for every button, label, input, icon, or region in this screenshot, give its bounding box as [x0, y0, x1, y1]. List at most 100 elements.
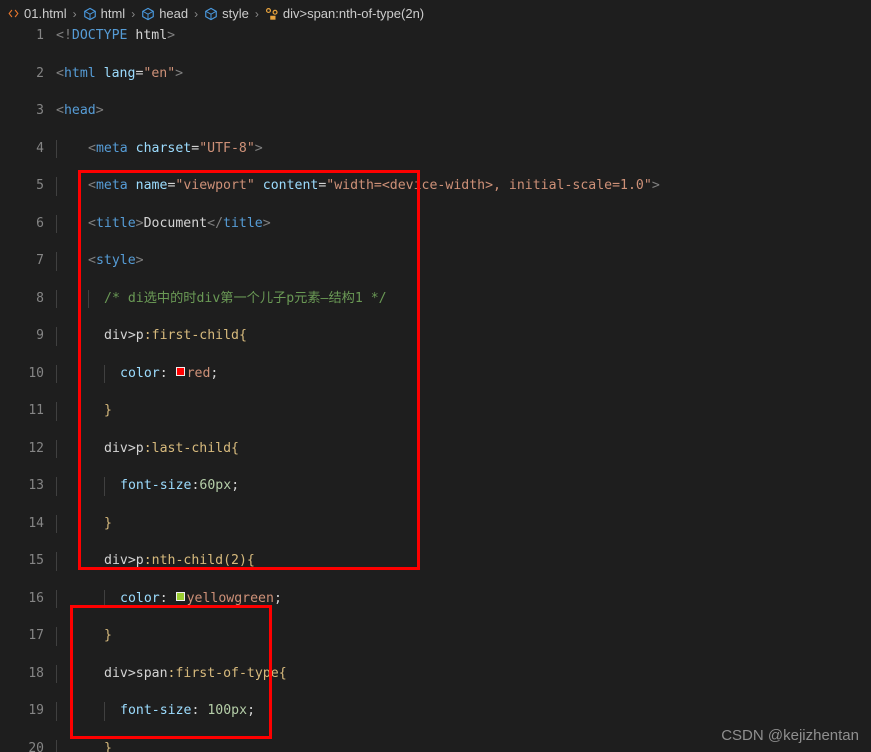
- breadcrumb-label-file: 01.html: [24, 6, 67, 21]
- breadcrumb-label-head: head: [159, 6, 189, 21]
- token: >: [95, 103, 104, 118]
- token: >: [135, 215, 144, 231]
- token: <: [56, 103, 64, 118]
- line-number: 17: [28, 628, 44, 643]
- token: {: [278, 665, 287, 681]
- code-line[interactable]: 9 div>p:first-child{: [0, 327, 871, 346]
- line-number: 2: [36, 65, 44, 81]
- token: ;: [210, 365, 219, 381]
- indent-guide: [104, 702, 105, 721]
- breadcrumb-item-html[interactable]: html: [82, 6, 127, 21]
- line-content: <meta charset="UTF-8">: [88, 140, 263, 159]
- line-number: 3: [36, 103, 44, 118]
- token: <: [88, 215, 96, 231]
- token: <!: [56, 28, 72, 43]
- token: :: [159, 365, 176, 381]
- breadcrumb-item-selector[interactable]: div>span:nth-of-type(2n): [264, 6, 425, 21]
- token-pseudo: :last-child: [143, 440, 232, 456]
- line-number: 5: [36, 178, 44, 193]
- token: charset: [135, 140, 192, 156]
- breadcrumb-separator: ›: [194, 6, 199, 21]
- code-line[interactable]: 4 <meta charset="UTF-8">: [0, 139, 871, 159]
- line-number: 11: [28, 403, 44, 418]
- token: DOCTYPE: [71, 28, 128, 43]
- indent-guide: [56, 589, 57, 609]
- indent-guide: [104, 589, 105, 609]
- token: =: [191, 140, 200, 156]
- code-line[interactable]: 17 }: [0, 627, 871, 646]
- indent-guide: [56, 477, 57, 496]
- indent-guide: [56, 214, 57, 234]
- token-selector: div>p: [104, 553, 144, 568]
- code-line[interactable]: 18 div>span:first-of-type{: [0, 664, 871, 684]
- token: >: [167, 28, 176, 43]
- indent-guide: [104, 477, 105, 496]
- cube-icon: [83, 7, 97, 21]
- indent-guide: [56, 139, 57, 159]
- line-content: div>span:first-of-type{: [104, 665, 287, 684]
- line-content: font-size: 100px;: [120, 702, 255, 721]
- code-line[interactable]: 2 <html lang="en">: [0, 65, 871, 84]
- indent-guide: [104, 364, 105, 384]
- code-line[interactable]: 3 <head>: [0, 102, 871, 121]
- token: >: [135, 253, 144, 268]
- code-editor[interactable]: 1 <!DOCTYPE html> 2 <html lang="en"> 3 <…: [0, 27, 871, 752]
- line-number: 14: [28, 515, 44, 531]
- code-line[interactable]: 19 font-size: 100px;: [0, 702, 871, 721]
- breadcrumb-label-style: style: [222, 6, 249, 21]
- line-number: 18: [28, 665, 44, 681]
- token-property: color: [120, 365, 160, 381]
- breadcrumb-item-file[interactable]: 01.html: [6, 6, 68, 21]
- token: html: [127, 28, 168, 43]
- line-content: <meta name="viewport" content="width=<de…: [88, 177, 660, 196]
- line-content: font-size:60px;: [120, 477, 239, 496]
- breadcrumb-item-head[interactable]: head: [140, 6, 189, 21]
- line-content: div>p:last-child{: [104, 440, 239, 459]
- indent-guide: [56, 289, 57, 309]
- code-line[interactable]: 14 }: [0, 514, 871, 534]
- line-number: 6: [36, 215, 44, 231]
- token: content: [262, 178, 319, 193]
- line-content: /* di选中的时div第一个儿子p元素—结构1 */: [104, 290, 387, 309]
- code-line[interactable]: 11 }: [0, 402, 871, 421]
- token-selector: div>span: [104, 665, 168, 681]
- line-number: 9: [36, 328, 44, 343]
- indent-guide: [56, 739, 57, 752]
- token: title: [223, 215, 263, 231]
- code-line[interactable]: 6 <title>Document</title>: [0, 214, 871, 234]
- code-line[interactable]: 8 /* di选中的时div第一个儿子p元素—结构1 */: [0, 289, 871, 309]
- code-line[interactable]: 5 <meta name="viewport" content="width=<…: [0, 177, 871, 196]
- code-line[interactable]: 7 <style>: [0, 252, 871, 271]
- code-line[interactable]: 12 div>p:last-child{: [0, 439, 871, 459]
- line-number: 15: [28, 553, 44, 568]
- line-content: div>p:nth-child(2){: [104, 552, 255, 571]
- breadcrumb-separator: ›: [131, 6, 136, 21]
- code-line[interactable]: 1 <!DOCTYPE html>: [0, 27, 871, 46]
- line-content: div>p:first-child{: [104, 327, 247, 346]
- token-value: red: [186, 365, 211, 381]
- code-line[interactable]: 13 font-size:60px;: [0, 477, 871, 496]
- token: Document: [143, 215, 208, 231]
- breadcrumb-separator: ›: [72, 6, 77, 21]
- code-line[interactable]: 15 div>p:nth-child(2){: [0, 552, 871, 571]
- code-lines-container[interactable]: 1 <!DOCTYPE html> 2 <html lang="en"> 3 <…: [0, 27, 871, 752]
- breadcrumb-item-style[interactable]: style: [203, 6, 250, 21]
- token: "UTF-8": [199, 140, 255, 156]
- token: "viewport": [175, 178, 255, 193]
- token-pseudo: :first-child: [143, 328, 239, 343]
- token-comment: /* di选中的时div第一个儿子p元素—结构1 */: [104, 290, 387, 306]
- breadcrumb-label-html: html: [100, 6, 126, 21]
- token-pseudo: :first-of-type: [167, 665, 279, 681]
- code-line[interactable]: 16 color: yellowgreen;: [0, 589, 871, 609]
- indent-guide: [56, 364, 57, 384]
- token: head: [63, 103, 96, 118]
- watermark: CSDN @kejizhentan: [721, 727, 859, 744]
- code-line[interactable]: 10 color: red;: [0, 364, 871, 384]
- token: }: [104, 515, 112, 531]
- token: meta: [95, 140, 128, 156]
- token: <: [56, 65, 64, 81]
- token: {: [246, 553, 255, 568]
- line-content: }: [104, 627, 112, 646]
- token-property: font-size: [120, 478, 192, 493]
- token: meta: [95, 178, 128, 193]
